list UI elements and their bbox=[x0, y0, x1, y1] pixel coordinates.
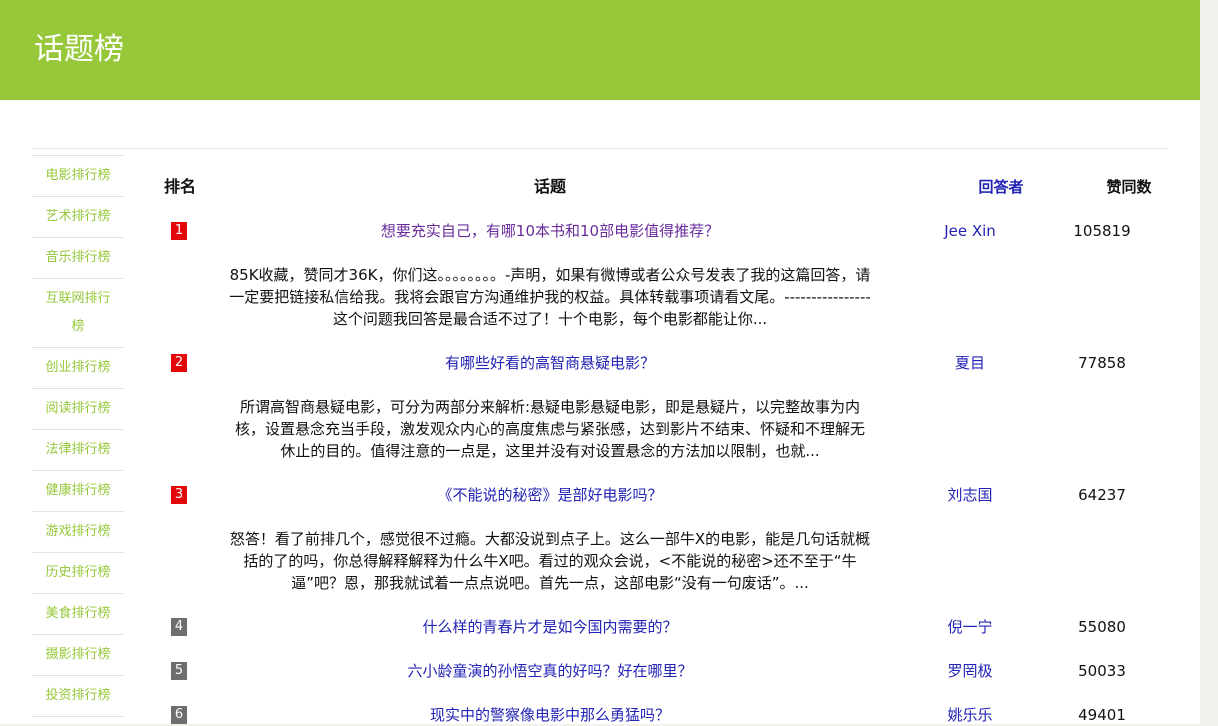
answer-excerpt: 怒答！看了前排几个，感觉很不过瘾。大都没说到点子上。这么一部牛X的电影，能是几句… bbox=[229, 530, 871, 592]
column-header-votes: 赞同数 bbox=[1106, 178, 1152, 196]
divider bbox=[32, 148, 1168, 149]
column-header-rank: 排名 bbox=[164, 177, 197, 196]
topic-link[interactable]: 现实中的警察像电影中那么勇猛吗？ bbox=[230, 704, 870, 726]
vote-count: 49401 bbox=[1078, 706, 1126, 724]
answerer-link[interactable]: 刘志国 bbox=[915, 484, 1025, 506]
sidebar-item-game[interactable]: 游戏排行榜 bbox=[32, 511, 124, 552]
sidebar-item-health[interactable]: 健康排行榜 bbox=[32, 470, 124, 511]
sidebar-item-internet[interactable]: 互联网排行榜 bbox=[32, 278, 124, 347]
answer-excerpt: 所谓高智商悬疑电影，可分为两部分来解析:悬疑电影悬疑电影，即是悬疑片，以完整故事… bbox=[234, 398, 865, 460]
rank-badge: 6 bbox=[171, 706, 187, 724]
answerer-link[interactable]: Jee Xin bbox=[915, 220, 1025, 242]
answer-excerpt: 85K收藏，赞同才36K，你们这。。。。。。。。-声明，如果有微博或者公众号发表… bbox=[229, 266, 871, 328]
sidebar-item-reading[interactable]: 阅读排行榜 bbox=[32, 388, 124, 429]
vote-count: 105819 bbox=[1073, 222, 1131, 240]
page-title: 话题榜 bbox=[34, 32, 124, 67]
sidebar-item-history[interactable]: 历史排行榜 bbox=[32, 552, 124, 593]
sidebar-item-food[interactable]: 美食排行榜 bbox=[32, 593, 124, 634]
rank-badge: 3 bbox=[171, 486, 187, 504]
column-header-topic: 话题 bbox=[534, 177, 567, 196]
rank-badge: 4 bbox=[171, 618, 187, 636]
rank-badge: 5 bbox=[171, 662, 187, 680]
topic-link[interactable]: 想要充实自己，有哪10本书和10部电影值得推荐？ bbox=[230, 220, 870, 242]
rank-badge: 1 bbox=[171, 222, 187, 240]
topic-link[interactable]: 什么样的青春片才是如今国内需要的？ bbox=[230, 616, 870, 638]
answerer-link[interactable]: 倪一宁 bbox=[915, 616, 1025, 638]
topic-link[interactable]: 《不能说的秘密》是部好电影吗？ bbox=[230, 484, 870, 506]
sidebar-item-movie[interactable]: 电影排行榜 bbox=[32, 155, 124, 196]
vote-count: 64237 bbox=[1078, 486, 1126, 504]
sidebar-item-music[interactable]: 音乐排行榜 bbox=[32, 237, 124, 278]
sidebar-item-investment[interactable]: 投资排行榜 bbox=[32, 675, 124, 717]
header-bar: 话题榜 bbox=[0, 0, 1200, 100]
rank-badge: 2 bbox=[171, 354, 187, 372]
answerer-link[interactable]: 夏目 bbox=[915, 352, 1025, 374]
sidebar: 电影排行榜 艺术排行榜 音乐排行榜 互联网排行榜 创业排行榜 阅读排行榜 法律排… bbox=[32, 155, 124, 717]
vote-count: 50033 bbox=[1078, 662, 1126, 680]
sidebar-item-art[interactable]: 艺术排行榜 bbox=[32, 196, 124, 237]
topic-link[interactable]: 有哪些好看的高智商悬疑电影？ bbox=[230, 352, 870, 374]
answerer-link[interactable]: 罗罔极 bbox=[915, 660, 1025, 682]
column-header-answerer: 回答者 bbox=[978, 178, 1024, 196]
sidebar-item-photography[interactable]: 摄影排行榜 bbox=[32, 634, 124, 675]
answerer-link[interactable]: 姚乐乐 bbox=[915, 704, 1025, 726]
page: 话题榜 电影排行榜 艺术排行榜 音乐排行榜 互联网排行榜 创业排行榜 阅读排行榜… bbox=[0, 0, 1200, 724]
vote-count: 77858 bbox=[1078, 354, 1126, 372]
sidebar-item-startup[interactable]: 创业排行榜 bbox=[32, 347, 124, 388]
vote-count: 55080 bbox=[1078, 618, 1126, 636]
sidebar-item-law[interactable]: 法律排行榜 bbox=[32, 429, 124, 470]
topic-link[interactable]: 六小龄童演的孙悟空真的好吗？好在哪里？ bbox=[230, 660, 870, 682]
